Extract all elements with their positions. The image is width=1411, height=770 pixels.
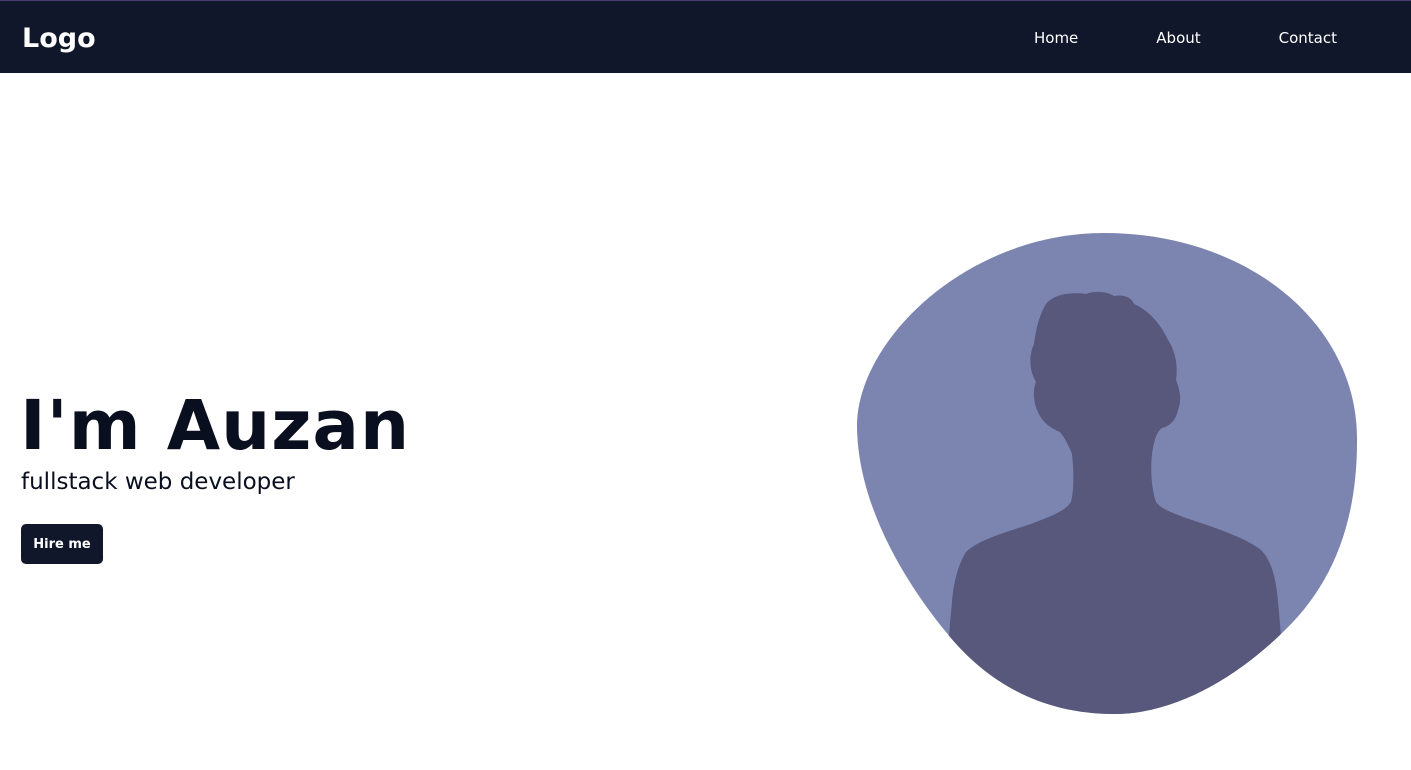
nav-link-about[interactable]: About xyxy=(1156,27,1200,49)
navbar: Logo Home About Contact xyxy=(0,0,1411,73)
nav-links: Home About Contact xyxy=(956,27,1337,49)
avatar xyxy=(856,232,1358,716)
nav-link-contact[interactable]: Contact xyxy=(1279,27,1337,49)
logo[interactable]: Logo xyxy=(22,21,96,57)
hero-subtitle: fullstack web developer xyxy=(21,469,295,495)
hero-title: I'm Auzan xyxy=(20,386,411,466)
hire-me-button[interactable]: Hire me xyxy=(21,524,103,564)
person-silhouette-icon xyxy=(856,233,1358,714)
nav-link-home[interactable]: Home xyxy=(1034,27,1078,49)
